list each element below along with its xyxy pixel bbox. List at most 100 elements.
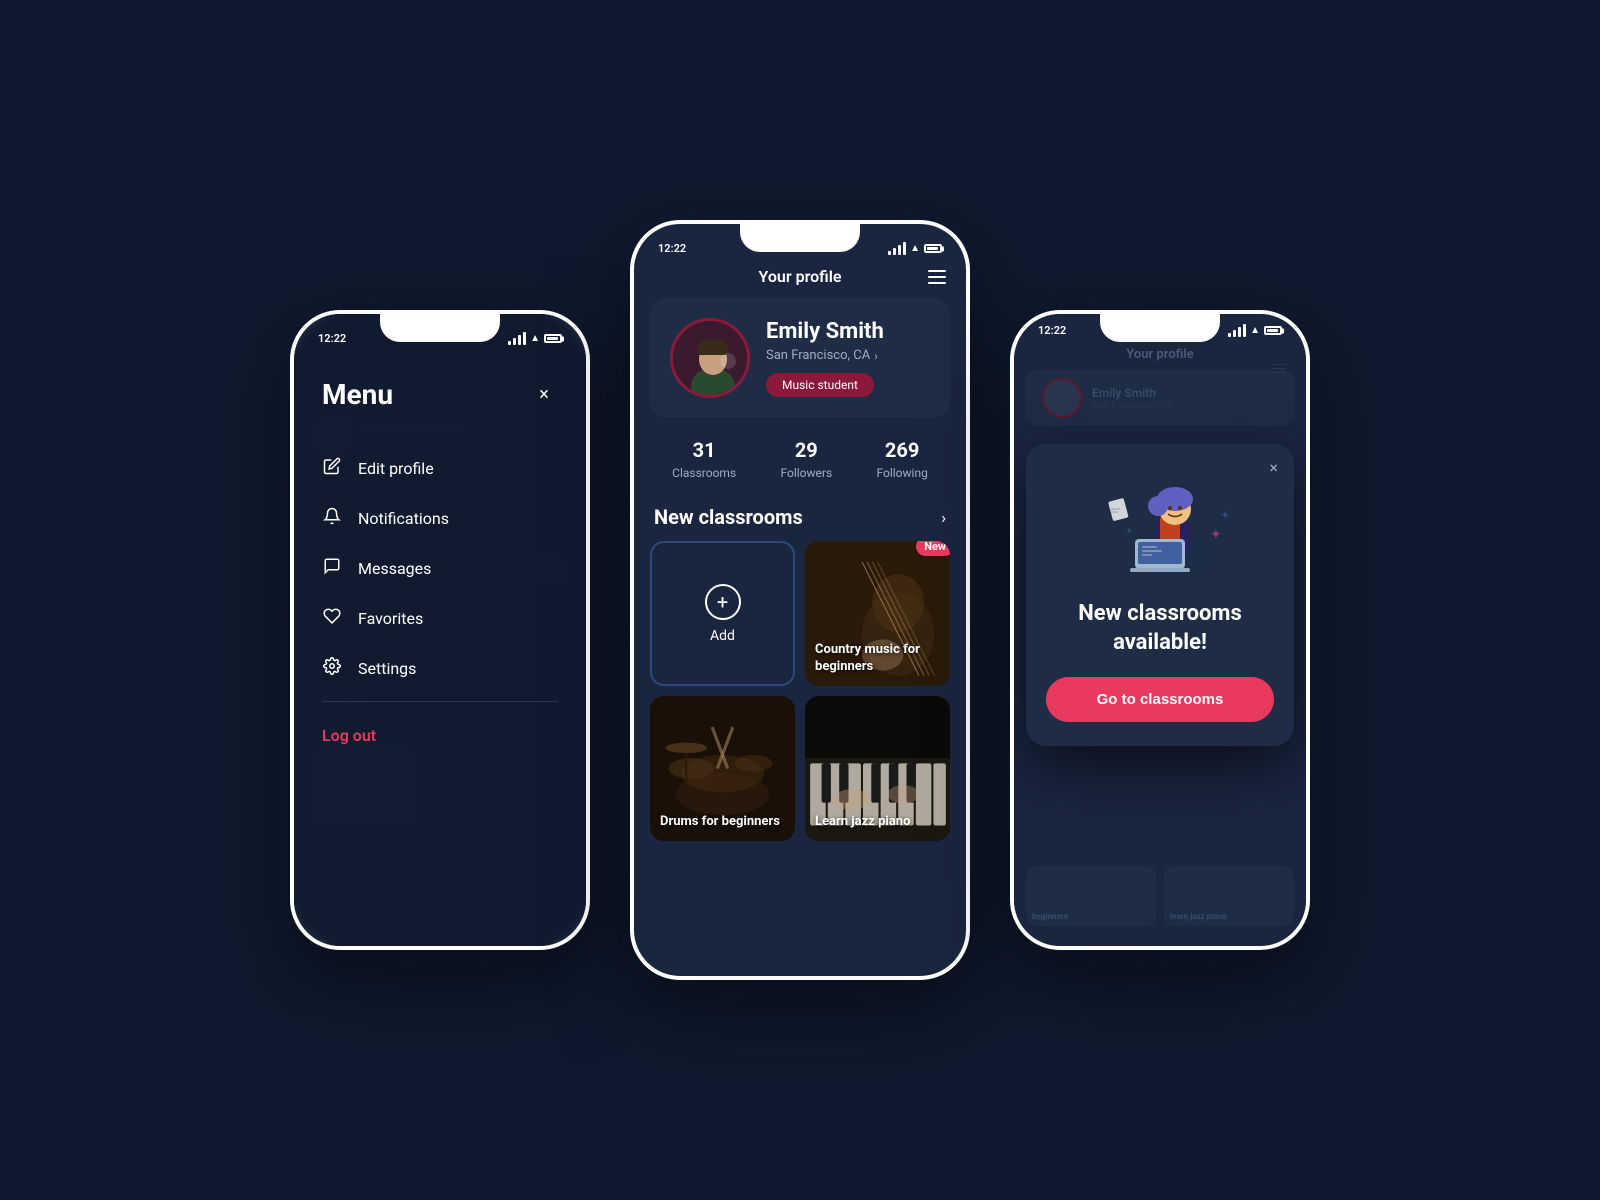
classroom-card-country[interactable]: New Count [805, 541, 950, 686]
stat-classrooms: 31 Classrooms [672, 438, 736, 481]
notch-3 [1100, 314, 1220, 342]
bg-profile-header: Your profile [1014, 341, 1306, 370]
wifi-3: ▲ [1250, 325, 1260, 336]
wifi-2: ▲ [910, 243, 920, 254]
favorites-label: Favorites [358, 609, 423, 628]
location-chevron: › [874, 349, 878, 363]
ham-line-3 [928, 282, 946, 284]
modal-illustration: ♪ ✦ ✦ ✦ [1080, 464, 1240, 584]
profile-page-header: Your profile [634, 259, 966, 298]
messages-label: Messages [358, 559, 431, 578]
favorites-icon [322, 607, 342, 629]
bg-profile-mini: Emily Smith San Francisco, CA [1026, 370, 1294, 426]
hamburger-button[interactable] [928, 270, 946, 284]
time-3: 12:22 [1038, 324, 1066, 337]
svg-text:✦: ✦ [1210, 527, 1222, 543]
bg-avatar-mini [1042, 378, 1082, 418]
messages-icon [322, 557, 342, 579]
battery-2 [924, 244, 942, 253]
classrooms-count: 31 [672, 438, 736, 462]
profile-location[interactable]: San Francisco, CA › [766, 348, 930, 363]
stat-followers: 29 Followers [780, 438, 832, 481]
followers-count: 29 [780, 438, 832, 462]
menu-close-button[interactable]: × [530, 381, 558, 409]
bg-card-label-1: beginners [1032, 912, 1068, 921]
status-bar-1: 12:22 ▲ [294, 322, 586, 349]
svg-text:✦: ✦ [1125, 526, 1133, 537]
bg-name-mini: Emily Smith [1092, 386, 1172, 400]
profile-tag: Music student [766, 373, 874, 397]
profile-name: Emily Smith [766, 319, 930, 344]
notifications-label: Notifications [358, 509, 449, 528]
menu-item-edit-profile[interactable]: Edit profile [322, 443, 558, 493]
battery-3 [1264, 326, 1282, 335]
time-1: 12:22 [318, 332, 346, 345]
edit-profile-label: Edit profile [358, 459, 434, 478]
jazz-piano-label: Learn jazz piano [815, 814, 910, 831]
new-badge: New [916, 541, 950, 556]
logout-button[interactable]: Log out [322, 710, 558, 761]
classrooms-chevron[interactable]: › [941, 508, 946, 527]
menu-header: Menu × [322, 378, 558, 411]
add-circle-icon: + [705, 584, 741, 620]
following-count: 269 [876, 438, 927, 462]
followers-label: Followers [780, 466, 832, 480]
classroom-add-card[interactable]: + Add [650, 541, 795, 686]
menu-item-notifications[interactable]: Notifications [322, 493, 558, 543]
profile-info: Emily Smith San Francisco, CA › Music st… [766, 319, 930, 397]
menu-item-messages[interactable]: Messages [322, 543, 558, 593]
menu-divider [322, 701, 558, 702]
status-right-3: ▲ [1228, 324, 1282, 337]
battery-1 [544, 334, 562, 343]
time-2: 12:22 [658, 242, 686, 255]
country-music-label: Country music for beginners [815, 642, 950, 676]
classroom-card-piano[interactable]: Learn jazz piano [805, 696, 950, 841]
classrooms-label: Classrooms [672, 466, 736, 480]
menu-panel: Menu × Edit profile [294, 354, 586, 946]
modal-close-button[interactable]: × [1269, 458, 1278, 477]
classroom-card-drums[interactable]: Drums for beginners [650, 696, 795, 841]
profile-card: Emily Smith San Francisco, CA › Music st… [650, 298, 950, 418]
following-label: Following [876, 466, 927, 480]
notch-2 [740, 224, 860, 252]
settings-icon [322, 657, 342, 679]
menu-item-favorites[interactable]: Favorites [322, 593, 558, 643]
profile-page-title: Your profile [759, 267, 842, 286]
location-text: San Francisco, CA [766, 348, 870, 363]
drums-label: Drums for beginners [660, 814, 780, 831]
notifications-icon [322, 507, 342, 529]
bg-bottom-cards: beginners learn jazz piano [1026, 866, 1294, 926]
avatar [670, 318, 750, 398]
classrooms-section-header: New classrooms › [634, 497, 966, 541]
signal-2 [888, 242, 906, 255]
stat-following: 269 Following [876, 438, 927, 481]
phone-notification: 12:22 ▲ Your profile [1010, 310, 1310, 950]
wifi-1: ▲ [530, 333, 540, 344]
phone-profile: 12:22 ▲ Your profile [630, 220, 970, 980]
menu-item-settings[interactable]: Settings [322, 643, 558, 693]
bg-profile-title: Your profile [1126, 347, 1193, 362]
bg-hamburger [1272, 364, 1286, 373]
add-label: Add [710, 628, 735, 644]
bg-card-mini-2: learn jazz piano [1164, 866, 1294, 926]
signal-1 [508, 332, 526, 345]
phone-menu: 31 Classrooms New cl Drums f beginners 1… [290, 310, 590, 950]
status-right-2: ▲ [888, 242, 942, 255]
edit-profile-icon [322, 457, 342, 479]
signal-3 [1228, 324, 1246, 337]
go-to-classrooms-button[interactable]: Go to classrooms [1046, 677, 1274, 722]
bg-card-label-2: learn jazz piano [1170, 912, 1227, 921]
svg-text:✦: ✦ [1220, 508, 1230, 522]
classrooms-section-title: New classrooms [654, 505, 803, 529]
classrooms-grid: + Add New [634, 541, 966, 841]
bg-loc-mini: San Francisco, CA [1092, 400, 1172, 411]
menu-title: Menu [322, 378, 393, 411]
ham-line-2 [928, 276, 946, 278]
stats-row: 31 Classrooms 29 Followers 269 Following [634, 434, 966, 497]
settings-label: Settings [358, 659, 416, 678]
bg-card-mini-1: beginners [1026, 866, 1156, 926]
notification-modal: × [1026, 444, 1294, 746]
status-right-1: ▲ [508, 332, 562, 345]
ham-line-1 [928, 270, 946, 272]
modal-title: New classrooms available! [1046, 600, 1274, 657]
